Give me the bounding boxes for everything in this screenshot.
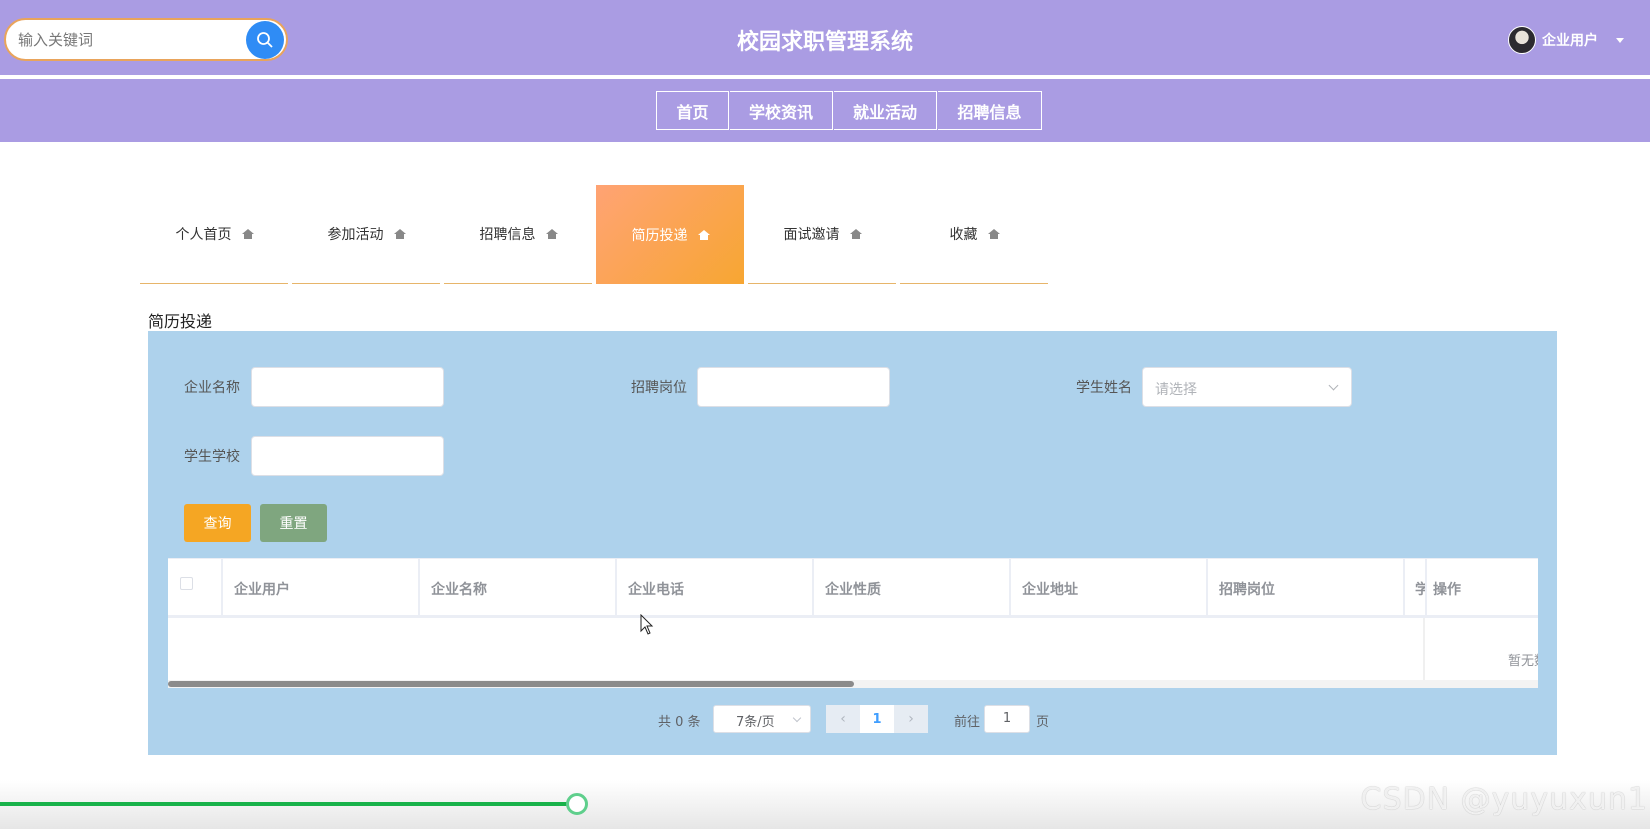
- tab-label: 面试邀请: [783, 227, 840, 243]
- scrollbar-thumb[interactable]: [168, 681, 854, 687]
- nav-item-recruitment[interactable]: 招聘信息: [938, 91, 1042, 130]
- main-nav: 首页 学校资讯 就业活动 招聘信息: [0, 79, 1650, 142]
- pagination: 共 0 条 7条/页 ‹ 1 › 前往 1 页: [148, 704, 1557, 734]
- select-placeholder: 请选择: [1155, 382, 1197, 398]
- tab-favorites[interactable]: 收藏: [900, 185, 1048, 284]
- column-header-actions: 操作: [1425, 559, 1538, 618]
- school-label: 学生学校: [184, 449, 240, 465]
- site-title: 校园求职管理系统: [736, 30, 913, 55]
- tab-label: 参加活动: [327, 227, 384, 243]
- chevron-left-icon: ‹: [840, 711, 846, 727]
- page-unit-label: 页: [1036, 715, 1050, 730]
- home-icon: [241, 229, 254, 239]
- chevron-down-icon: [792, 713, 802, 723]
- nav-item-school-news[interactable]: 学校资讯: [730, 91, 833, 130]
- video-progress-handle[interactable]: [566, 793, 588, 815]
- reset-button[interactable]: 重置: [260, 504, 327, 542]
- tab-recruitment-info[interactable]: 招聘信息: [444, 185, 592, 284]
- home-icon: [697, 229, 710, 240]
- avatar: [1508, 26, 1536, 54]
- school-input[interactable]: [251, 436, 444, 476]
- nav-item-employment-activities[interactable]: 就业活动: [834, 91, 937, 130]
- student-name-select[interactable]: 请选择: [1142, 367, 1352, 407]
- tab-resume-delivery[interactable]: 简历投递: [596, 185, 744, 284]
- mouse-cursor-icon: [640, 614, 654, 635]
- caret-down-icon: [1616, 37, 1624, 43]
- center-tabs: 个人首页 参加活动 招聘信息 简历投递 面试邀请 收藏: [140, 185, 1052, 284]
- user-name: 企业用户: [1542, 33, 1598, 49]
- tab-personal-home[interactable]: 个人首页: [140, 185, 288, 284]
- search-panel: 企业名称 招聘岗位 学生姓名 请选择 学生学校 查询 重置 企业用户 企业名称 …: [148, 331, 1557, 755]
- tab-label: 收藏: [949, 227, 978, 243]
- next-page-button[interactable]: ›: [894, 705, 928, 733]
- goto-page-input[interactable]: 1: [984, 705, 1030, 733]
- student-name-label: 学生姓名: [1076, 380, 1132, 396]
- tab-label: 个人首页: [175, 227, 232, 243]
- column-header[interactable]: 企业用户: [223, 559, 420, 618]
- home-icon: [545, 229, 558, 239]
- goto-label: 前往: [954, 715, 981, 730]
- watermark-text: CSDN @yuyuxun1: [1360, 782, 1648, 817]
- home-icon: [849, 229, 862, 239]
- total-count: 共 0 条: [658, 715, 701, 730]
- home-icon: [987, 229, 1000, 239]
- chevron-down-icon: [1328, 380, 1339, 391]
- column-header-clipped[interactable]: 学: [1405, 559, 1425, 618]
- company-name-label: 企业名称: [184, 380, 240, 396]
- column-header[interactable]: 企业电话: [617, 559, 814, 618]
- data-table: 企业用户 企业名称 企业电话 企业性质 企业地址 招聘岗位 学 操作 暂无数据: [168, 558, 1538, 688]
- page-number[interactable]: 1: [860, 705, 894, 733]
- horizontal-scrollbar[interactable]: [168, 680, 1538, 688]
- select-all-checkbox[interactable]: [180, 577, 193, 590]
- tab-interview-invitation[interactable]: 面试邀请: [748, 185, 896, 284]
- position-input[interactable]: [697, 367, 890, 407]
- column-header[interactable]: 企业地址: [1011, 559, 1208, 618]
- tab-label: 简历投递: [631, 227, 688, 244]
- home-icon: [393, 229, 406, 239]
- query-button[interactable]: 查询: [184, 504, 251, 542]
- top-header: 校园求职管理系统 企业用户: [0, 0, 1650, 77]
- tab-join-activity[interactable]: 参加活动: [292, 185, 440, 284]
- section-title: 简历投递: [148, 312, 213, 331]
- tab-label: 招聘信息: [479, 227, 536, 243]
- table-header: 企业用户 企业名称 企业电话 企业性质 企业地址 招聘岗位 学 操作: [168, 558, 1538, 618]
- company-name-input[interactable]: [251, 367, 444, 407]
- column-header[interactable]: 招聘岗位: [1208, 559, 1405, 618]
- user-menu[interactable]: 企业用户: [1508, 26, 1624, 54]
- position-label: 招聘岗位: [631, 380, 687, 396]
- nav-item-home[interactable]: 首页: [656, 91, 729, 130]
- prev-page-button[interactable]: ‹: [826, 705, 860, 733]
- video-progress-bar[interactable]: [0, 802, 578, 806]
- empty-text: 暂无数据: [1508, 654, 1538, 669]
- chevron-right-icon: ›: [908, 711, 914, 727]
- page-size-value: 7条/页: [736, 715, 775, 730]
- page-size-select[interactable]: 7条/页: [713, 705, 811, 733]
- column-header[interactable]: 企业性质: [814, 559, 1011, 618]
- column-header[interactable]: 企业名称: [420, 559, 617, 618]
- select-all-header: [168, 559, 223, 618]
- fixed-column-divider: [1423, 618, 1425, 680]
